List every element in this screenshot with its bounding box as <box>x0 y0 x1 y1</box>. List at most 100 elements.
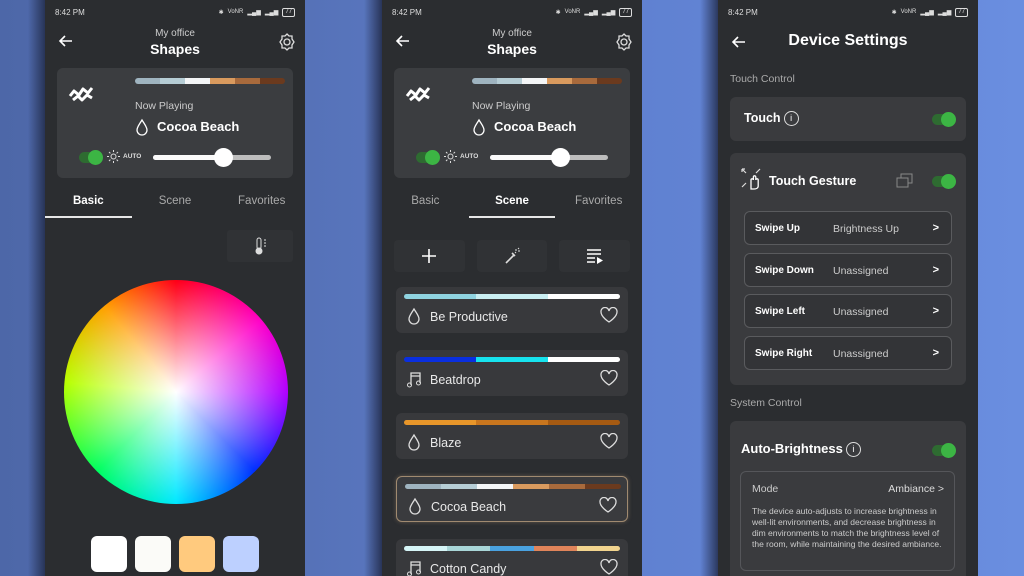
heart-icon[interactable] <box>599 497 617 513</box>
status-bar: 8:42 PM ✱ VoNR ▂▄▆ ▂▄▆ 77 <box>392 6 632 18</box>
swatch[interactable] <box>135 536 171 572</box>
swatch[interactable] <box>179 536 215 572</box>
color-temperature-button[interactable] <box>227 230 293 262</box>
palette-segment <box>547 78 572 84</box>
page-title: Shapes <box>150 41 200 57</box>
tab-favorites[interactable]: Favorites <box>555 186 642 218</box>
auto-brightness-label[interactable]: AUTO <box>460 153 478 160</box>
palette-segment <box>472 78 497 84</box>
gear-icon[interactable] <box>277 32 297 52</box>
bluetooth-icon: ✱ <box>218 9 224 16</box>
chevron-right-icon: > <box>932 305 939 317</box>
magic-wand-icon <box>505 247 520 264</box>
palette-segment <box>447 546 491 551</box>
scene-palette <box>405 484 621 489</box>
header: My office Shapes <box>382 26 642 62</box>
scene-name: Cotton Candy <box>430 562 507 576</box>
scene-palette <box>404 546 620 551</box>
palette-segment <box>477 484 513 489</box>
gesture-key: Swipe Up <box>755 223 801 234</box>
gesture-key: Swipe Down <box>755 265 814 276</box>
swatch[interactable] <box>223 536 259 572</box>
info-icon[interactable]: i <box>845 442 861 458</box>
touch-toggle[interactable] <box>932 112 956 127</box>
scene-item[interactable]: Cocoa Beach <box>396 476 628 522</box>
now-playing-card[interactable]: Now Playing Cocoa Beach AUTO <box>57 68 293 178</box>
gesture-row-swipe-down[interactable]: Swipe Down Unassigned > <box>744 253 952 287</box>
heart-icon[interactable] <box>600 370 618 386</box>
gesture-value: Brightness Up <box>833 223 899 235</box>
drop-icon <box>473 118 485 136</box>
scene-name: Beatdrop <box>430 373 481 387</box>
signal-icon: ▂▄▆ <box>264 9 279 16</box>
palette-segment <box>476 357 548 362</box>
shapes-logo-icon <box>68 87 94 102</box>
brightness-thumb[interactable] <box>213 148 233 167</box>
scene-palette <box>404 294 620 299</box>
scene-item[interactable]: Cotton Candy <box>396 539 628 576</box>
gesture-row-swipe-left[interactable]: Swipe Left Unassigned > <box>744 294 952 328</box>
phone-screen-device-settings: 8:42 PM ✱ VoNR ▂▄▆ ▂▄▆ 77 Device Setting… <box>718 0 978 576</box>
status-bar: 8:42 PM ✱ VoNR ▂▄▆ ▂▄▆ 77 <box>728 6 968 18</box>
heart-icon[interactable] <box>600 559 618 575</box>
auto-brightness-label[interactable]: AUTO <box>123 153 141 160</box>
tab-bar: Basic Scene Favorites <box>382 186 642 218</box>
now-playing-palette <box>135 78 285 84</box>
tab-scene[interactable]: Scene <box>468 186 556 218</box>
color-wheel[interactable] <box>64 280 288 504</box>
now-playing-label: Now Playing <box>472 100 531 112</box>
brightness-slider[interactable] <box>490 148 608 167</box>
gesture-row-swipe-right[interactable]: Swipe Right Unassigned > <box>744 336 952 370</box>
add-scene-button[interactable] <box>394 240 465 272</box>
gear-icon[interactable] <box>614 32 634 52</box>
power-toggle[interactable] <box>79 150 103 165</box>
power-toggle[interactable] <box>416 150 440 165</box>
now-playing-card[interactable]: Now Playing Cocoa Beach AUTO <box>394 68 630 178</box>
mode-value[interactable]: Ambiance > <box>888 483 944 495</box>
scene-item[interactable]: Blaze <box>396 413 628 459</box>
heart-icon[interactable] <box>600 307 618 323</box>
scene-actions <box>394 240 631 272</box>
mode-box: Mode Ambiance > The device auto-adjusts … <box>740 471 955 571</box>
playlist-button[interactable] <box>559 240 631 272</box>
brightness-thumb[interactable] <box>550 148 570 167</box>
phone-shadow <box>700 0 718 576</box>
palette-segment <box>476 294 548 299</box>
signal-icon: ▂▄▆ <box>601 9 616 16</box>
gesture-key: Swipe Right <box>755 348 813 359</box>
palette-segment <box>572 78 597 84</box>
battery-icon: 77 <box>955 7 968 17</box>
tab-basic[interactable]: Basic <box>382 186 469 218</box>
scene-item[interactable]: Be Productive <box>396 287 628 333</box>
palette-segment <box>597 78 622 84</box>
info-icon[interactable]: i <box>783 111 799 127</box>
touch-gesture-toggle[interactable] <box>932 174 956 189</box>
palette-segment <box>135 78 160 84</box>
swatch[interactable] <box>91 536 127 572</box>
palette-segment <box>160 78 185 84</box>
now-playing-scene: Cocoa Beach <box>157 119 240 134</box>
section-touch-control: Touch Control <box>730 73 795 85</box>
tab-scene[interactable]: Scene <box>132 186 219 218</box>
brightness-slider[interactable] <box>153 148 271 167</box>
palette-segment <box>405 484 441 489</box>
palette-segment <box>260 78 285 84</box>
scene-name: Blaze <box>430 436 462 450</box>
status-time: 8:42 PM <box>392 7 422 17</box>
scene-item[interactable]: Beatdrop <box>396 350 628 396</box>
palette-segment <box>548 357 620 362</box>
status-time: 8:42 PM <box>55 7 85 17</box>
gesture-row-swipe-up[interactable]: Swipe Up Brightness Up > <box>744 211 952 245</box>
tab-basic[interactable]: Basic <box>45 186 132 218</box>
location-label: My office <box>155 28 195 39</box>
status-time: 8:42 PM <box>728 7 758 17</box>
tab-favorites[interactable]: Favorites <box>218 186 305 218</box>
music-note-icon <box>407 561 421 576</box>
signal-icon: ▂▄▆ <box>937 9 952 16</box>
panels-icon[interactable] <box>896 171 914 189</box>
auto-brightness-toggle[interactable] <box>932 443 956 458</box>
magic-scene-button[interactable] <box>476 240 548 272</box>
palette-segment <box>185 78 210 84</box>
heart-icon[interactable] <box>600 433 618 449</box>
bluetooth-icon: ✱ <box>555 9 561 16</box>
